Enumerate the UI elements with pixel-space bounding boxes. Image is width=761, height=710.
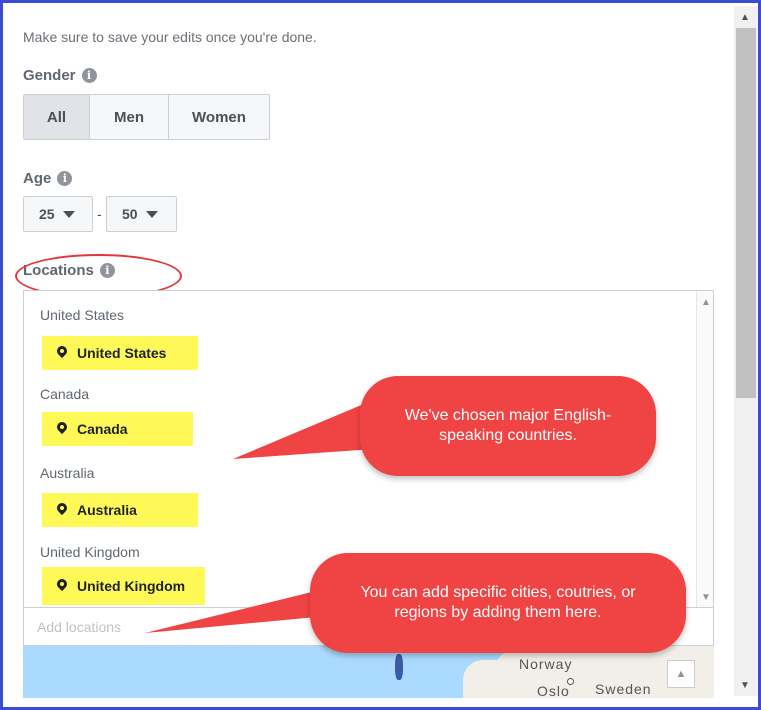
gender-women-button[interactable]: Women bbox=[169, 95, 269, 139]
age-min-value: 25 bbox=[39, 206, 55, 222]
callout-text: We've chosen major English-speaking coun… bbox=[404, 407, 612, 444]
callout-bubble: We've chosen major English-speaking coun… bbox=[360, 376, 656, 476]
map-pan-up-button[interactable]: ▲ bbox=[667, 660, 695, 688]
gender-label-text: Gender bbox=[23, 67, 76, 84]
location-map[interactable]: Norway Oslo Sweden ▲ bbox=[23, 646, 714, 698]
age-label: Age i bbox=[23, 170, 73, 187]
location-group-heading: United States bbox=[40, 307, 125, 323]
location-group-heading: Canada bbox=[40, 386, 90, 402]
dropdown-arrow-icon bbox=[145, 210, 158, 218]
location-pill-label: Canada bbox=[77, 421, 128, 437]
info-icon[interactable]: i bbox=[57, 171, 73, 186]
gender-selector: All Men Women bbox=[23, 94, 270, 140]
location-pill[interactable]: United Kingdom bbox=[42, 567, 205, 605]
map-island bbox=[395, 654, 403, 680]
location-pin-icon bbox=[56, 346, 68, 360]
scroll-up-icon[interactable]: ▲ bbox=[701, 297, 711, 308]
location-pill-label: United States bbox=[77, 345, 167, 361]
location-pill[interactable]: Canada bbox=[42, 412, 193, 446]
location-pill[interactable]: Australia bbox=[42, 493, 198, 527]
map-landmass bbox=[463, 660, 523, 698]
locations-scrollbar[interactable]: ▲ ▼ bbox=[696, 291, 713, 607]
age-max-select[interactable]: 50 bbox=[106, 196, 177, 232]
dropdown-arrow-icon bbox=[62, 210, 75, 218]
location-pin-icon bbox=[56, 579, 68, 593]
location-pill-label: Australia bbox=[77, 502, 137, 518]
age-max-value: 50 bbox=[122, 206, 138, 222]
screenshot-frame: Make sure to save your edits once you're… bbox=[0, 0, 761, 710]
info-icon[interactable]: i bbox=[81, 68, 97, 83]
age-separator: - bbox=[97, 206, 102, 222]
location-group-heading: Australia bbox=[40, 465, 95, 481]
age-min-select[interactable]: 25 bbox=[23, 196, 93, 232]
gender-all-button[interactable]: All bbox=[24, 95, 90, 139]
location-pin-icon bbox=[56, 503, 68, 517]
map-city-marker bbox=[567, 678, 574, 685]
location-pill-label: United Kingdom bbox=[77, 578, 186, 594]
location-pin-icon bbox=[56, 422, 68, 436]
callout-bubble: You can add specific cities, coutries, o… bbox=[310, 553, 686, 653]
map-label-sweden: Sweden bbox=[595, 681, 652, 697]
location-pill[interactable]: United States bbox=[42, 336, 198, 370]
age-label-text: Age bbox=[23, 170, 52, 187]
intro-text: Make sure to save your edits once you're… bbox=[23, 29, 317, 45]
scroll-down-icon[interactable]: ▼ bbox=[740, 680, 750, 691]
callout-text: You can add specific cities, coutries, o… bbox=[360, 584, 636, 621]
location-group-heading: United Kingdom bbox=[40, 544, 140, 560]
scroll-up-icon[interactable]: ▲ bbox=[740, 12, 750, 23]
map-label-oslo: Oslo bbox=[537, 683, 570, 698]
map-label-norway: Norway bbox=[519, 656, 573, 672]
page-scrollbar[interactable]: ▲ ▼ bbox=[734, 6, 758, 696]
scroll-down-icon[interactable]: ▼ bbox=[701, 592, 711, 603]
scrollbar-thumb[interactable] bbox=[736, 28, 756, 398]
gender-label: Gender i bbox=[23, 67, 97, 84]
gender-men-button[interactable]: Men bbox=[90, 95, 169, 139]
